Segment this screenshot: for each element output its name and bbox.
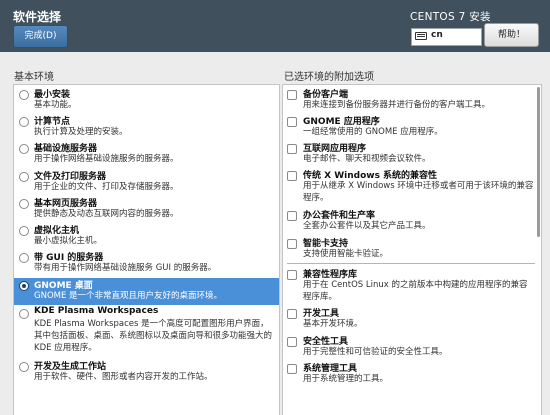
environment-kde-plasma[interactable]: KDE Plasma Workspaces KDE Plasma Workspa…	[14, 306, 279, 358]
item-description: 最小虚拟化主机。	[34, 236, 103, 246]
addons-list: 备份客户端 用来连接到备份服务器并进行备份的客户端工具。 GNOME 应用程序 …	[282, 84, 542, 415]
addon-security-tools[interactable]: 安全性工具 用于完整性和可信验证的安全性工具。	[283, 334, 541, 360]
checkbox[interactable]	[287, 239, 297, 249]
keyboard-layout-label: cn	[431, 30, 443, 40]
addon-compat-libraries[interactable]: 兼容性程序库 用于在 CentOS Linux 的之前版本中构建的应用程序的兼容…	[283, 267, 541, 305]
keyboard-layout-indicator[interactable]: cn	[411, 28, 482, 46]
item-description: 用于在 CentOS Linux 的之前版本中构建的应用程序的兼容程序库。	[303, 280, 528, 302]
item-description: 用于操作网络基础设施服务的服务器。	[34, 154, 179, 164]
environment-compute-node[interactable]: 计算节点 执行计算及处理的安装。	[14, 114, 279, 140]
environment-infrastructure-server[interactable]: 基础设施服务器 用于操作网络基础设施服务的服务器。	[14, 141, 279, 167]
addon-smart-card[interactable]: 智能卡支持 支持使用智能卡验证。	[283, 236, 541, 262]
radio-button[interactable]	[19, 253, 29, 263]
item-description: 全套办公套件以及其它产品工具。	[303, 221, 431, 231]
addon-dev-tools[interactable]: 开发工具 基本开发环境。	[283, 306, 541, 332]
installer-title: CENTOS 7 安装	[410, 11, 491, 23]
item-description: KDE Plasma Workspaces 是一个高度可配置图形用户界面，其中包…	[34, 319, 273, 353]
checkbox[interactable]	[287, 337, 297, 347]
addon-office-suite[interactable]: 办公套件和生产率 全套办公套件以及其它产品工具。	[283, 208, 541, 234]
radio-button[interactable]	[19, 309, 29, 319]
item-description: GNOME 是一个非常直观且用户友好的桌面环境。	[34, 291, 223, 301]
checkbox[interactable]	[287, 309, 297, 319]
checkbox[interactable]	[287, 117, 297, 127]
radio-button[interactable]	[19, 117, 29, 127]
item-title: KDE Plasma Workspaces	[34, 306, 159, 316]
top-bar: 软件选择 完成(D) CENTOS 7 安装 cn 帮助！	[0, 0, 550, 52]
addon-gnome-apps[interactable]: GNOME 应用程序 一组经常使用的 GNOME 应用程序。	[283, 114, 541, 140]
environment-basic-web-server[interactable]: 基本网页服务器 提供静态及动态互联网内容的服务器。	[14, 196, 279, 222]
base-environment-heading: 基本环境	[14, 72, 54, 83]
item-description: 基本功能。	[34, 100, 77, 110]
environment-file-print-server[interactable]: 文件及打印服务器 用于企业的文件、打印及存储服务器。	[14, 169, 279, 195]
radio-button[interactable]	[19, 199, 29, 209]
item-description: 提供静态及动态互联网内容的服务器。	[34, 209, 179, 219]
item-description: 用于从继承 X Windows 环境中迁移或者可用于该环境的兼容程序。	[303, 181, 534, 203]
radio-button[interactable]	[19, 362, 29, 372]
checkbox[interactable]	[287, 364, 297, 374]
item-description: 基本开发环境。	[303, 319, 363, 329]
radio-button[interactable]	[19, 226, 29, 236]
item-description: 用于企业的文件、打印及存储服务器。	[34, 182, 179, 192]
item-description: 用于软件、硬件、图形或者内容开发的工作站。	[34, 372, 213, 382]
item-description: 电子邮件、聊天和视频会议软件。	[303, 154, 431, 164]
item-description: 用于系统管理的工具。	[303, 374, 389, 384]
checkbox[interactable]	[287, 144, 297, 154]
checkbox[interactable]	[287, 171, 297, 181]
radio-button[interactable]	[19, 90, 29, 100]
base-environment-list: 最小安装 基本功能。 计算节点 执行计算及处理的安装。 基础设施服务器 用于操作…	[13, 84, 280, 415]
environment-dev-workstation[interactable]: 开发及生成工作站 用于软件、硬件、图形或者内容开发的工作站。	[14, 359, 279, 389]
addon-internet-apps[interactable]: 互联网应用程序 电子邮件、聊天和视频会议软件。	[283, 141, 541, 167]
section-divider	[287, 263, 535, 264]
help-button[interactable]: 帮助！	[484, 23, 539, 47]
item-description: 带有用于操作网络基础设施服务 GUI 的服务器。	[34, 263, 217, 273]
item-description: 支持使用智能卡验证。	[303, 249, 389, 259]
environment-virtualization-host[interactable]: 虚拟化主机 最小虚拟化主机。	[14, 223, 279, 249]
done-button[interactable]: 完成(D)	[13, 25, 68, 48]
environment-gnome-desktop[interactable]: GNOME 桌面 GNOME 是一个非常直观且用户友好的桌面环境。	[14, 278, 279, 305]
item-description: 用于完整性和可信验证的安全性工具。	[303, 347, 448, 357]
addon-backup-client[interactable]: 备份客户端 用来连接到备份服务器并进行备份的客户端工具。	[283, 87, 541, 113]
item-description: 执行计算及处理的安装。	[34, 127, 128, 137]
radio-button[interactable]	[19, 144, 29, 154]
checkbox[interactable]	[287, 211, 297, 221]
page-title: 软件选择	[13, 10, 62, 24]
checkbox[interactable]	[287, 90, 297, 100]
item-description: 用来连接到备份服务器并进行备份的客户端工具。	[303, 100, 491, 110]
radio-button[interactable]	[19, 172, 29, 182]
addons-heading: 已选环境的附加选项	[284, 72, 374, 83]
addon-legacy-x-windows[interactable]: 传统 X Windows 系统的兼容性 用于从继承 X Windows 环境中迁…	[283, 168, 541, 206]
environment-minimal[interactable]: 最小安装 基本功能。	[14, 87, 279, 113]
environment-server-with-gui[interactable]: 带 GUI 的服务器 带有用于操作网络基础设施服务 GUI 的服务器。	[14, 250, 279, 276]
radio-button-selected[interactable]	[19, 281, 29, 291]
addon-system-admin-tools[interactable]: 系统管理工具 用于系统管理的工具。	[283, 361, 541, 387]
keyboard-icon	[415, 32, 427, 40]
checkbox[interactable]	[287, 270, 297, 280]
item-description: 一组经常使用的 GNOME 应用程序。	[303, 127, 443, 137]
